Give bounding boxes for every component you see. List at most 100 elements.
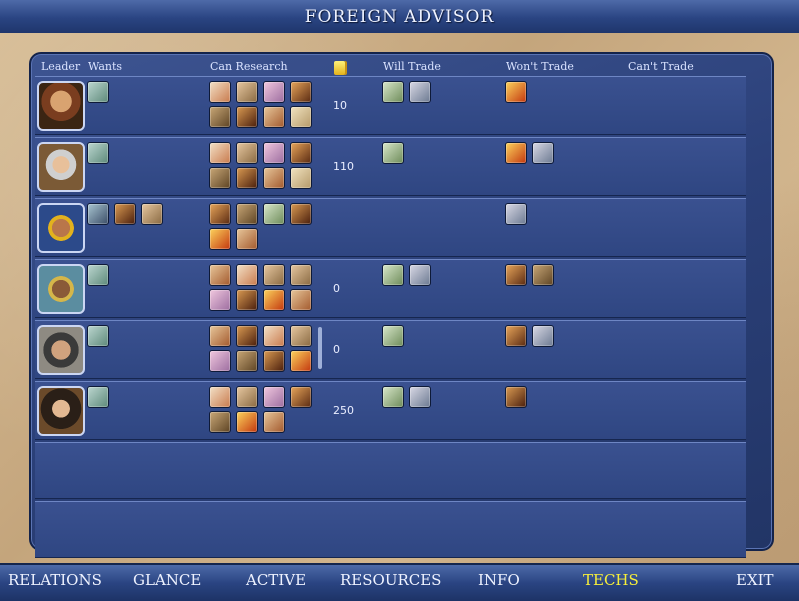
tab-resources[interactable]: RESOURCES <box>340 571 441 589</box>
leader-row[interactable]: 110 <box>35 137 746 196</box>
will-trade-tech-icon[interactable] <box>382 325 404 347</box>
research-tech-icon[interactable] <box>209 106 231 128</box>
wont-trade-tech-icon[interactable] <box>505 81 527 103</box>
will-trade-tech-icon[interactable] <box>382 142 404 164</box>
header-leader: Leader <box>41 60 81 73</box>
header-wants: Wants <box>88 60 123 73</box>
research-scrollbar[interactable] <box>318 327 322 369</box>
header-will-trade: Will Trade <box>383 60 441 73</box>
research-tech-icon[interactable] <box>236 142 258 164</box>
empty-row <box>35 501 746 558</box>
research-tech-icon[interactable] <box>236 106 258 128</box>
research-tech-icon[interactable] <box>236 167 258 189</box>
wanted-tech-icon[interactable] <box>87 81 109 103</box>
wanted-tech-icon[interactable] <box>141 203 163 225</box>
research-tech-icon[interactable] <box>290 167 312 189</box>
research-tech-icon[interactable] <box>236 386 258 408</box>
wont-trade-tech-icon[interactable] <box>532 325 554 347</box>
wont-trade-tech-icon[interactable] <box>505 264 527 286</box>
research-tech-icon[interactable] <box>263 411 285 433</box>
research-tech-icon[interactable] <box>263 325 285 347</box>
header-wont-trade: Won't Trade <box>506 60 574 73</box>
exit-button[interactable]: EXIT <box>736 571 774 589</box>
leader-portrait[interactable] <box>37 264 85 314</box>
research-tech-icon[interactable] <box>236 350 258 372</box>
research-tech-icon[interactable] <box>290 350 312 372</box>
leader-portrait[interactable] <box>37 325 85 375</box>
wont-trade-tech-icon[interactable] <box>532 264 554 286</box>
wanted-tech-icon[interactable] <box>87 325 109 347</box>
research-tech-icon[interactable] <box>290 386 312 408</box>
tab-glance[interactable]: GLANCE <box>133 571 201 589</box>
empty-row <box>35 442 746 499</box>
research-tech-icon[interactable] <box>290 264 312 286</box>
research-tech-icon[interactable] <box>263 264 285 286</box>
wanted-tech-icon[interactable] <box>87 203 109 225</box>
tab-techs[interactable]: TECHS <box>583 571 639 589</box>
research-tech-icon[interactable] <box>263 167 285 189</box>
research-tech-icon[interactable] <box>209 264 231 286</box>
wont-trade-tech-icon[interactable] <box>532 142 554 164</box>
column-headers: Leader Wants Can Research Will Trade Won… <box>31 60 772 76</box>
research-tech-icon[interactable] <box>290 106 312 128</box>
research-tech-icon[interactable] <box>209 350 231 372</box>
research-tech-icon[interactable] <box>209 142 231 164</box>
research-tech-icon[interactable] <box>209 81 231 103</box>
wont-trade-tech-icon[interactable] <box>505 203 527 225</box>
research-tech-icon[interactable] <box>236 228 258 250</box>
gold-amount: 10 <box>333 99 347 112</box>
research-tech-icon[interactable] <box>290 325 312 347</box>
research-tech-icon[interactable] <box>263 142 285 164</box>
research-tech-icon[interactable] <box>290 203 312 225</box>
leader-row[interactable] <box>35 198 746 257</box>
leader-row[interactable]: 0 <box>35 320 746 379</box>
research-tech-icon[interactable] <box>236 411 258 433</box>
wont-trade-tech-icon[interactable] <box>505 325 527 347</box>
research-tech-icon[interactable] <box>236 81 258 103</box>
wont-trade-tech-icon[interactable] <box>505 386 527 408</box>
research-tech-icon[interactable] <box>263 106 285 128</box>
advisor-tab-bar: RELATIONS GLANCE ACTIVE RESOURCES INFO T… <box>0 563 799 601</box>
leader-portrait[interactable] <box>37 142 85 192</box>
leader-portrait[interactable] <box>37 81 85 131</box>
will-trade-tech-icon[interactable] <box>409 386 431 408</box>
research-tech-icon[interactable] <box>236 203 258 225</box>
gold-amount: 0 <box>333 343 340 356</box>
leader-portrait[interactable] <box>37 386 85 436</box>
will-trade-tech-icon[interactable] <box>382 81 404 103</box>
research-tech-icon[interactable] <box>209 325 231 347</box>
leader-row[interactable]: 10 <box>35 76 746 135</box>
wanted-tech-icon[interactable] <box>114 203 136 225</box>
research-tech-icon[interactable] <box>209 228 231 250</box>
research-tech-icon[interactable] <box>290 289 312 311</box>
wanted-tech-icon[interactable] <box>87 264 109 286</box>
wont-trade-tech-icon[interactable] <box>505 142 527 164</box>
tab-info[interactable]: INFO <box>478 571 520 589</box>
research-tech-icon[interactable] <box>263 350 285 372</box>
research-tech-icon[interactable] <box>290 142 312 164</box>
research-tech-icon[interactable] <box>236 325 258 347</box>
wanted-tech-icon[interactable] <box>87 386 109 408</box>
will-trade-tech-icon[interactable] <box>409 81 431 103</box>
research-tech-icon[interactable] <box>290 81 312 103</box>
leader-row[interactable]: 0 <box>35 259 746 318</box>
research-tech-icon[interactable] <box>263 386 285 408</box>
wanted-tech-icon[interactable] <box>87 142 109 164</box>
leader-row[interactable]: 250 <box>35 381 746 440</box>
research-tech-icon[interactable] <box>209 167 231 189</box>
tab-active[interactable]: ACTIVE <box>246 571 306 589</box>
research-tech-icon[interactable] <box>236 289 258 311</box>
will-trade-tech-icon[interactable] <box>382 386 404 408</box>
research-tech-icon[interactable] <box>236 264 258 286</box>
research-tech-icon[interactable] <box>263 289 285 311</box>
research-tech-icon[interactable] <box>263 203 285 225</box>
leader-portrait[interactable] <box>37 203 85 253</box>
will-trade-tech-icon[interactable] <box>409 264 431 286</box>
research-tech-icon[interactable] <box>209 411 231 433</box>
research-tech-icon[interactable] <box>209 386 231 408</box>
will-trade-tech-icon[interactable] <box>382 264 404 286</box>
research-tech-icon[interactable] <box>263 81 285 103</box>
research-tech-icon[interactable] <box>209 289 231 311</box>
research-tech-icon[interactable] <box>209 203 231 225</box>
tab-relations[interactable]: RELATIONS <box>8 571 102 589</box>
